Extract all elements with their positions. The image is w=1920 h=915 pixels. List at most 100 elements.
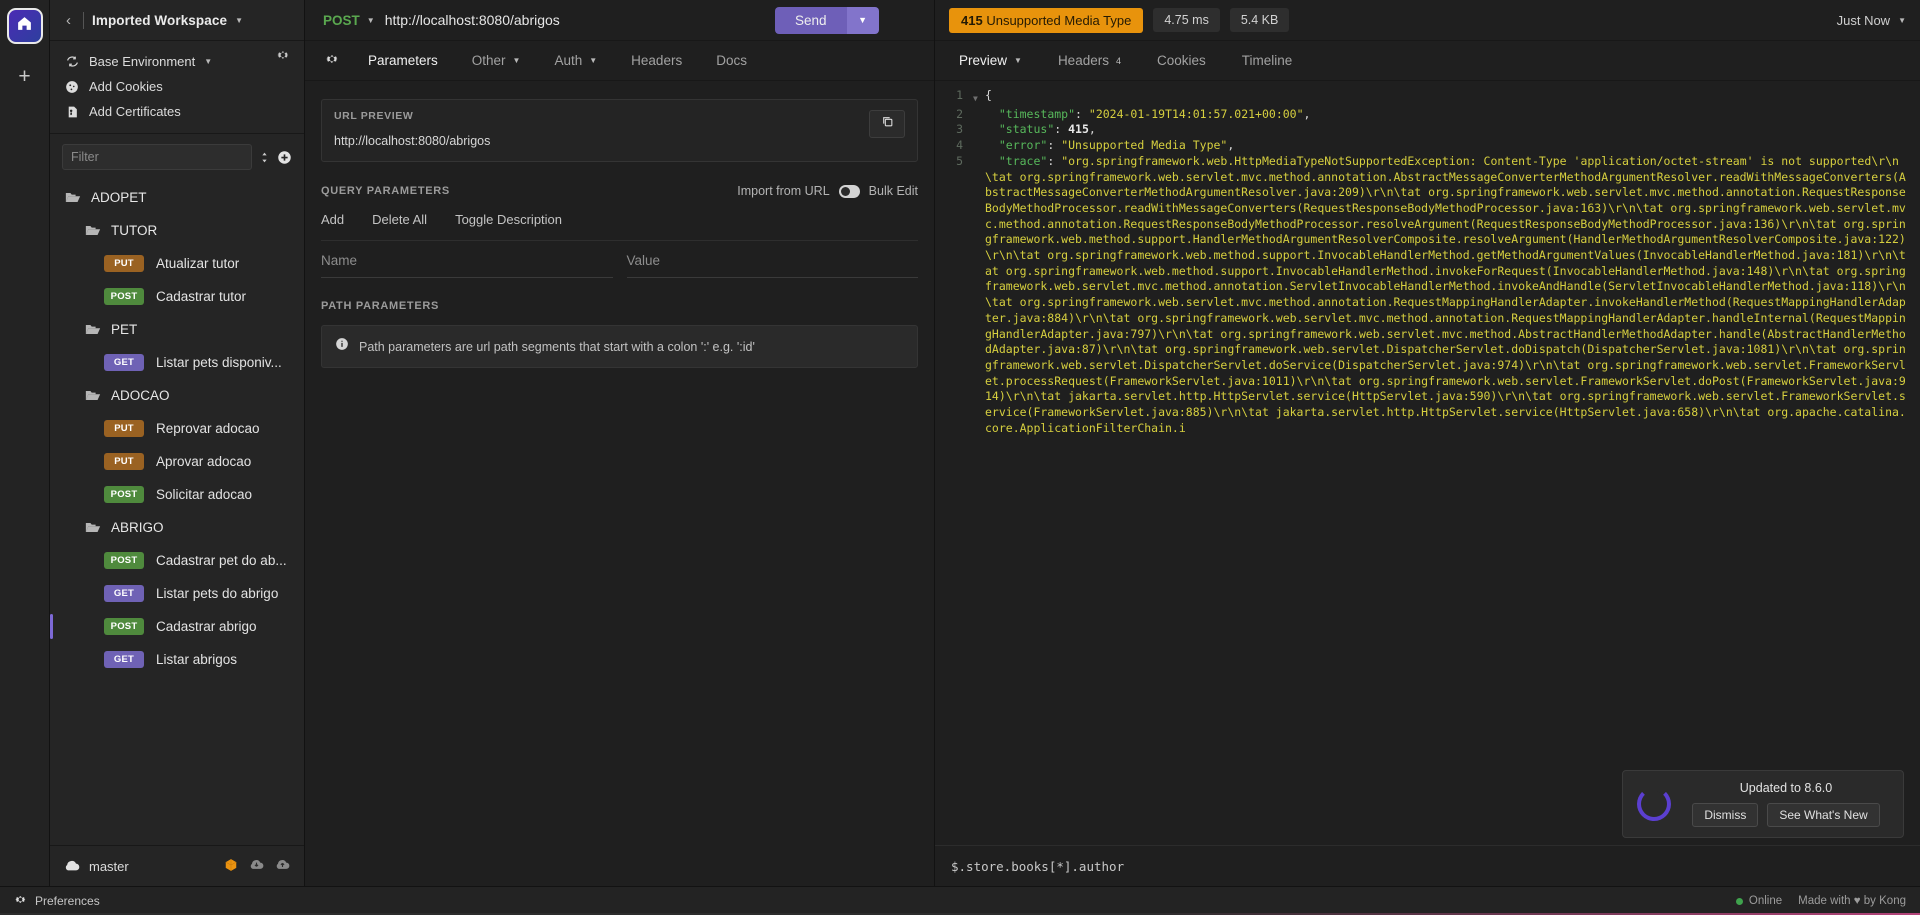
sidebar-item-add-cookies[interactable]: Add Cookies xyxy=(50,51,304,99)
filter-expression: $.store.books[*].author xyxy=(951,858,1125,874)
cloud-download-icon[interactable] xyxy=(249,858,264,874)
url-input[interactable]: http://localhost:8080/abrigos xyxy=(385,12,560,28)
chevron-down-icon[interactable]: ▼ xyxy=(235,16,243,25)
add-request-icon[interactable] xyxy=(277,150,292,165)
plus-icon: + xyxy=(18,64,31,88)
tree-folder[interactable]: TUTOR xyxy=(50,214,304,247)
tab-cookies[interactable]: Cookies xyxy=(1139,41,1224,81)
gear-icon xyxy=(14,893,27,909)
param-value-input[interactable]: Value xyxy=(626,253,918,278)
tab-headers[interactable]: Headers xyxy=(614,41,699,81)
request-tree[interactable]: ADOPET TUTOR PUT Atualizar tutor POST Cadastr… xyxy=(50,179,304,845)
request-label: Cadastrar tutor xyxy=(156,289,247,304)
method-selector[interactable]: POST ▼ xyxy=(305,13,385,28)
tree-folder[interactable]: ADOPET xyxy=(50,181,304,214)
tab-timeline[interactable]: Timeline xyxy=(1224,41,1311,81)
home-button[interactable] xyxy=(6,8,43,44)
method-badge: GET xyxy=(104,651,144,668)
method-badge: PUT xyxy=(104,420,144,437)
tree-request[interactable]: POST Cadastrar pet do ab... xyxy=(50,544,304,577)
tree-request[interactable]: GET Listar pets do abrigo xyxy=(50,577,304,610)
path-parameters-header: PATH PARAMETERS xyxy=(321,300,918,312)
tab-label: Auth xyxy=(554,53,583,68)
update-toast: Updated to 8.6.0 Dismiss See What's New xyxy=(1622,770,1904,838)
response-body-viewer[interactable]: 1 ▼{2 "timestamp": "2024-01-19T14:01:57.0… xyxy=(935,81,1920,845)
tree-request[interactable]: GET Listar pets disponiv... xyxy=(50,346,304,379)
tab-other[interactable]: Other ▼ xyxy=(455,41,538,81)
response-history-dropdown[interactable]: Just Now ▼ xyxy=(1837,13,1906,28)
send-button[interactable]: Send xyxy=(775,6,847,34)
folder-label: ABRIGO xyxy=(111,520,164,535)
toggle-description-button[interactable]: Toggle Description xyxy=(455,212,562,227)
fold-toggle-icon[interactable]: ▼ xyxy=(973,88,985,107)
tree-folder[interactable]: PET xyxy=(50,313,304,346)
chevron-down-icon[interactable]: ▼ xyxy=(204,57,212,66)
status-bar: Preferences Online Made with ♥ by Kong xyxy=(0,886,1920,915)
branch-label[interactable]: master xyxy=(89,859,129,874)
line-number: 4 xyxy=(956,138,963,153)
tab-preview[interactable]: Preview ▼ xyxy=(941,41,1040,81)
tab-parameters[interactable]: Parameters xyxy=(351,41,455,81)
certificate-icon xyxy=(64,105,80,119)
preferences-button[interactable]: Preferences xyxy=(35,894,100,908)
tree-request[interactable]: POST Cadastrar tutor xyxy=(50,280,304,313)
folder-icon xyxy=(84,521,102,534)
bulk-edit-toggle[interactable] xyxy=(838,184,860,198)
workspace-title[interactable]: Imported Workspace xyxy=(92,13,227,28)
method-badge: POST xyxy=(104,552,144,569)
copy-button[interactable] xyxy=(869,110,905,138)
environment-section: Base Environment ▼ Add Cookies Add Certi… xyxy=(50,41,304,134)
tab-docs[interactable]: Docs xyxy=(699,41,764,81)
tree-request[interactable]: POST Solicitar adocao xyxy=(50,478,304,511)
tree-request[interactable]: PUT Reprovar adocao xyxy=(50,412,304,445)
bulk-edit-label[interactable]: Bulk Edit xyxy=(869,184,918,198)
request-settings-gear[interactable] xyxy=(311,41,351,81)
line-number: 3 xyxy=(956,122,963,137)
sidebar-item-base-environment[interactable]: Base Environment ▼ xyxy=(50,49,304,74)
dismiss-button[interactable]: Dismiss xyxy=(1692,803,1759,827)
gear-icon[interactable] xyxy=(276,48,290,65)
response-filter-bar[interactable]: $.store.books[*].author xyxy=(935,845,1920,886)
cloud-icon xyxy=(64,859,80,874)
import-from-url-button[interactable]: Import from URL xyxy=(737,184,829,198)
request-label: Aprovar adocao xyxy=(156,454,252,469)
send-options-button[interactable]: ▼ xyxy=(846,6,879,34)
tree-request[interactable]: GET Listar abrigos xyxy=(50,643,304,676)
online-indicator-icon xyxy=(1735,897,1743,905)
package-icon[interactable] xyxy=(224,858,238,875)
method-badge: POST xyxy=(104,288,144,305)
tree-folder[interactable]: ABRIGO xyxy=(50,511,304,544)
response-pane: Send ▼ 415 Unsupported Media Type 4.75 m… xyxy=(775,0,1920,886)
request-label: Atualizar tutor xyxy=(156,256,240,271)
delete-all-button[interactable]: Delete All xyxy=(372,212,427,227)
sidebar: ‹ Imported Workspace ▼ Base Environment … xyxy=(50,0,305,886)
add-button[interactable]: Add xyxy=(321,212,344,227)
header-divider xyxy=(83,11,84,29)
chevron-down-icon: ▼ xyxy=(366,15,375,25)
response-tabs: Preview ▼ Headers 4 Cookies Timeline xyxy=(935,41,1920,81)
request-pane: POST ▼ http://localhost:8080/abrigos Par… xyxy=(305,0,935,886)
add-workspace-button[interactable]: + xyxy=(10,61,40,91)
sidebar-item-label: Add Cookies xyxy=(89,79,163,94)
tree-folder[interactable]: ADOCAO xyxy=(50,379,304,412)
request-label: Listar abrigos xyxy=(156,652,238,667)
history-label: Just Now xyxy=(1836,12,1891,28)
param-name-input[interactable]: Name xyxy=(321,253,613,278)
tree-request[interactable]: PUT Atualizar tutor xyxy=(50,247,304,280)
filter-input[interactable] xyxy=(62,144,252,170)
folder-icon xyxy=(84,323,102,336)
status-badge: 415 Unsupported Media Type xyxy=(949,7,1144,33)
chevron-left-icon[interactable]: ‹ xyxy=(62,12,75,29)
cloud-upload-icon[interactable] xyxy=(275,858,290,874)
tab-auth[interactable]: Auth ▼ xyxy=(537,41,614,81)
sidebar-item-add-certificates[interactable]: Add Certificates xyxy=(50,99,304,124)
request-tabs: Parameters Other ▼ Auth ▼ Headers Docs xyxy=(305,41,934,81)
see-whats-new-button[interactable]: See What's New xyxy=(1767,803,1880,827)
chevron-down-icon: ▼ xyxy=(1898,15,1906,25)
tree-request[interactable]: PUT Aprovar adocao xyxy=(50,445,304,478)
tree-request[interactable]: POST Cadastrar abrigo xyxy=(50,610,304,643)
sort-icon[interactable] xyxy=(258,150,271,165)
tab-response-headers[interactable]: Headers 4 xyxy=(1040,41,1139,81)
